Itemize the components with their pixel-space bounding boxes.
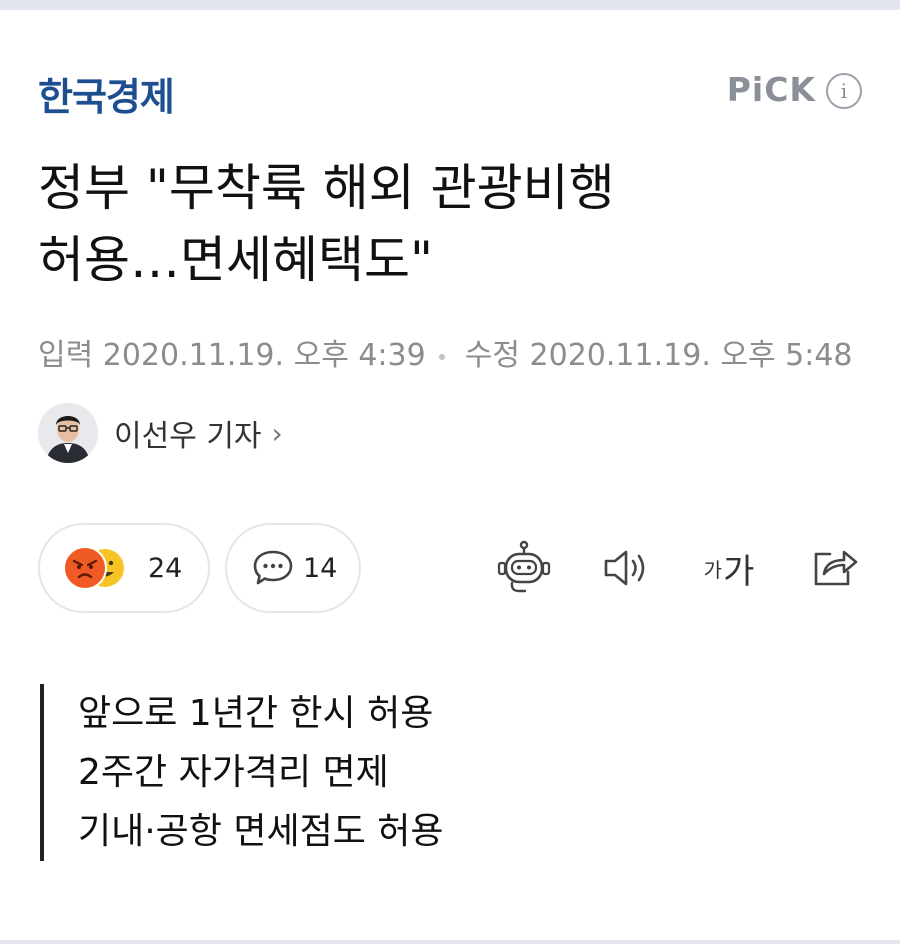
article-header: 한국경제 PiCK i (38, 62, 862, 121)
article-title-line: 정부 "무착륙 해외 관광비행 (38, 159, 615, 217)
share-icon (814, 550, 858, 586)
bottom-divider (0, 940, 900, 944)
article-title-line: 허용…면세혜택도" (38, 231, 433, 289)
press-logo[interactable]: 한국경제 (38, 66, 175, 121)
reaction-count: 24 (148, 552, 183, 584)
reaction-button[interactable]: 24 (38, 523, 210, 613)
font-size-button[interactable]: 가가 (698, 538, 760, 598)
font-size-large-label: 가 (723, 551, 755, 592)
speech-bubble-icon (253, 550, 293, 585)
author-avatar (38, 403, 98, 463)
article-title: 정부 "무착륙 해외 관광비행 허용…면세혜택도" (38, 152, 868, 296)
chevron-right-icon: › (271, 416, 283, 450)
author-name: 이선우 기자 (114, 419, 262, 454)
summary-line: 앞으로 1년간 한시 허용 (78, 693, 434, 734)
top-divider (0, 0, 900, 10)
comment-count: 14 (303, 552, 338, 584)
author-link[interactable]: 이선우 기자 › (38, 403, 283, 463)
speaker-icon (604, 550, 645, 586)
edit-label: 수정 (464, 338, 520, 373)
comment-button[interactable]: 14 (225, 523, 361, 613)
article-summary: 앞으로 1년간 한시 허용 2주간 자가격리 면제 기내·공항 면세점도 허용 (40, 684, 860, 861)
info-icon[interactable]: i (826, 73, 862, 109)
share-button[interactable] (806, 538, 862, 598)
edit-time: 2020.11.19. 오후 5:48 (529, 338, 853, 373)
angry-emoji-icon (63, 546, 124, 590)
article-dates: 입력 2020.11.19. 오후 4:39 수정 2020.11.19. 오후… (38, 330, 853, 374)
date-separator (439, 353, 446, 360)
input-time: 2020.11.19. 오후 4:39 (102, 338, 426, 373)
pick-label: PiCK (726, 70, 816, 109)
read-aloud-button[interactable] (600, 538, 654, 598)
summary-line: 2주간 자가격리 면제 (78, 752, 389, 793)
input-label: 입력 (38, 338, 94, 373)
robot-icon (497, 540, 551, 593)
robot-summary-button[interactable] (494, 538, 554, 598)
font-size-small-label: 가 (703, 557, 723, 582)
summary-line: 기내·공항 면세점도 허용 (78, 811, 444, 852)
